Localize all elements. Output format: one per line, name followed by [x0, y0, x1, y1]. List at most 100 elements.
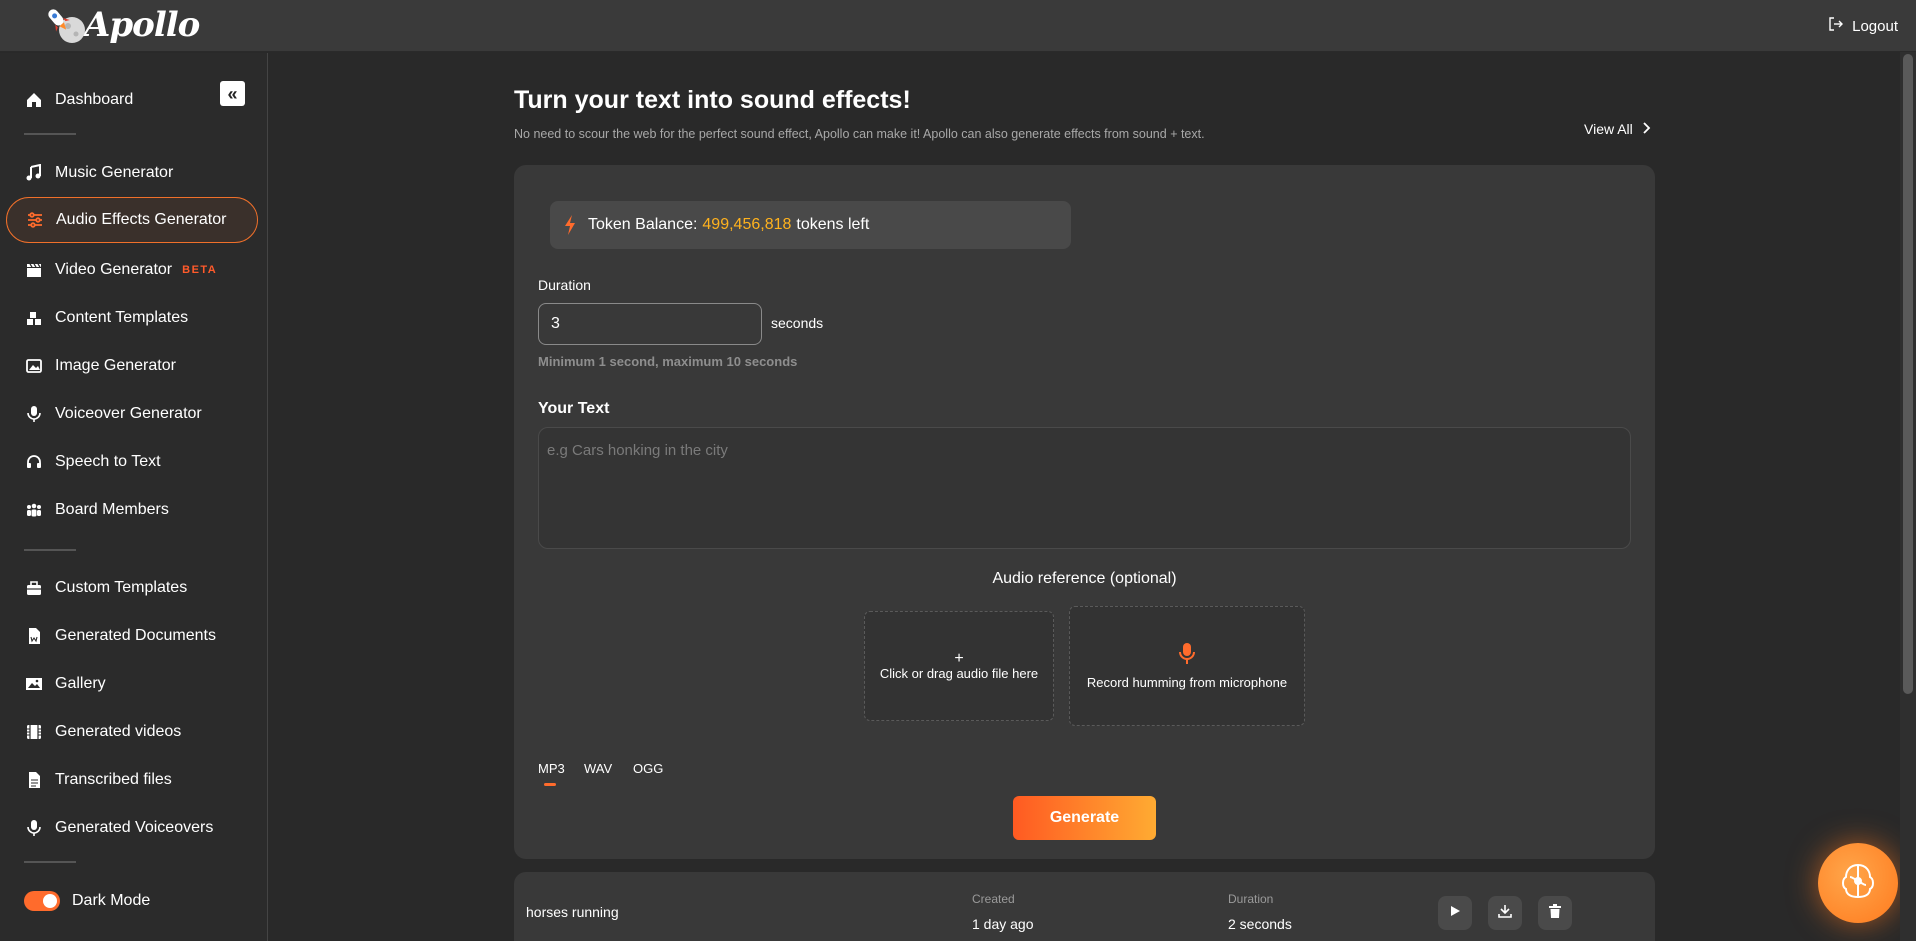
duration-unit: seconds	[771, 315, 824, 331]
sidebar-item-transcribed-files[interactable]: Transcribed files	[6, 757, 258, 803]
film-icon	[24, 722, 44, 742]
sidebar-item-board-members[interactable]: Board Members	[6, 487, 258, 533]
people-icon	[24, 500, 44, 520]
document-icon	[24, 626, 44, 646]
record-label: Record humming from microphone	[1086, 675, 1288, 690]
beta-badge: BETA	[182, 264, 218, 276]
text-prompt-input[interactable]	[538, 427, 1631, 549]
sidebar-item-generated-voiceovers[interactable]: Generated Voiceovers	[6, 805, 258, 851]
generate-button[interactable]: Generate	[1013, 796, 1156, 840]
picture-icon	[24, 674, 44, 694]
sidebar: Dashboard « Music Generator Audio Effect…	[0, 53, 268, 941]
blocks-icon	[24, 308, 44, 328]
download-icon	[1498, 904, 1512, 923]
sidebar-item-gallery[interactable]: Gallery	[6, 661, 258, 707]
token-balance-amount: 499,456,818	[702, 216, 792, 233]
image-icon	[24, 356, 44, 376]
toolbox-icon	[24, 578, 44, 598]
dark-mode-label: Dark Mode	[72, 892, 151, 909]
sidebar-item-label: Board Members	[55, 501, 169, 518]
format-tab-mp3[interactable]: MP3	[538, 761, 565, 786]
duration-label: Duration	[538, 277, 591, 293]
sidebar-divider	[24, 549, 76, 551]
page-scrollbar[interactable]	[1900, 52, 1916, 941]
play-button[interactable]	[1438, 896, 1472, 930]
sidebar-item-label: Speech to Text	[55, 453, 161, 470]
ai-assistant-button[interactable]	[1818, 843, 1898, 923]
brain-icon	[1836, 859, 1880, 908]
home-icon	[24, 90, 44, 110]
sidebar-item-label: Image Generator	[55, 357, 176, 374]
music-note-icon	[24, 163, 44, 183]
view-all-label: View All	[1584, 121, 1633, 137]
sliders-icon	[25, 210, 45, 230]
token-balance: Token Balance: 499,456,818 tokens left	[550, 201, 1071, 249]
sidebar-item-label: Audio Effects Generator	[56, 211, 227, 228]
duration-value: 2 seconds	[1228, 916, 1292, 932]
logout-label: Logout	[1852, 17, 1898, 35]
sidebar-item-video-generator[interactable]: Video Generator BETA	[6, 247, 258, 293]
duration-input[interactable]	[538, 303, 762, 345]
sidebar-item-label: Dashboard	[55, 91, 134, 108]
sidebar-item-speech-to-text[interactable]: Speech to Text	[6, 439, 258, 485]
play-icon	[1449, 904, 1461, 922]
your-text-label: Your Text	[538, 400, 610, 417]
chevron-right-icon	[1641, 121, 1651, 137]
sidebar-item-label: Voiceover Generator	[55, 405, 202, 422]
record-microphone-button[interactable]: Record humming from microphone	[1069, 606, 1305, 726]
duration-hint: Minimum 1 second, maximum 10 seconds	[538, 354, 798, 369]
token-balance-prefix: Token Balance:	[588, 216, 698, 233]
page-title: Turn your text into sound effects!	[514, 86, 911, 114]
sidebar-item-label: Generated Voiceovers	[55, 819, 214, 836]
format-tab-ogg[interactable]: OGG	[633, 761, 663, 776]
plus-icon: +	[954, 649, 964, 667]
upload-label: Click or drag audio file here	[879, 665, 1039, 681]
microphone-icon	[1178, 642, 1196, 669]
sidebar-item-label: Content Templates	[55, 309, 189, 326]
download-button[interactable]	[1488, 896, 1522, 930]
history-row: horses running Created 1 day ago Duratio…	[514, 872, 1655, 941]
sidebar-item-label: Video Generator	[55, 261, 173, 278]
audio-upload-dropzone[interactable]: + Click or drag audio file here	[864, 611, 1054, 721]
sidebar-item-label: Generated videos	[55, 723, 182, 740]
headset-icon	[24, 452, 44, 472]
trash-icon	[1549, 903, 1561, 923]
double-chevron-left-icon: «	[227, 83, 238, 104]
sidebar-item-label: Generated Documents	[55, 627, 216, 644]
scrollbar-thumb[interactable]	[1903, 54, 1913, 694]
sidebar-item-custom-templates[interactable]: Custom Templates	[6, 565, 258, 611]
format-tab-wav[interactable]: WAV	[584, 761, 612, 776]
delete-button[interactable]	[1538, 896, 1572, 930]
sidebar-item-label: Transcribed files	[55, 771, 172, 788]
view-all-link[interactable]: View All	[1584, 121, 1651, 137]
sidebar-divider	[24, 861, 76, 863]
collapse-sidebar-button[interactable]: «	[220, 81, 245, 106]
sidebar-item-music-generator[interactable]: Music Generator	[6, 150, 258, 196]
audio-reference-label: Audio reference (optional)	[992, 570, 1177, 587]
sidebar-item-label: Custom Templates	[55, 579, 188, 596]
clapperboard-icon	[24, 260, 44, 280]
logo[interactable]: Apollo	[40, 4, 200, 46]
generator-card: Token Balance: 499,456,818 tokens left D…	[514, 165, 1655, 859]
duration-key: Duration	[1228, 892, 1274, 906]
logout-button[interactable]: Logout	[1828, 16, 1898, 36]
sidebar-item-generated-videos[interactable]: Generated videos	[6, 709, 258, 755]
file-text-icon	[24, 770, 44, 790]
dark-mode-toggle[interactable]	[24, 891, 60, 911]
created-key: Created	[972, 892, 1015, 906]
logout-icon	[1828, 16, 1844, 36]
rocket-moon-icon	[40, 4, 88, 46]
sidebar-item-generated-documents[interactable]: Generated Documents	[6, 613, 258, 659]
lightning-icon	[564, 215, 576, 235]
sidebar-item-label: Gallery	[55, 675, 106, 692]
sidebar-item-image-generator[interactable]: Image Generator	[6, 343, 258, 389]
microphone-icon	[24, 404, 44, 424]
sidebar-item-audio-effects-generator[interactable]: Audio Effects Generator	[6, 197, 258, 243]
dark-mode-toggle-row: Dark Mode	[6, 878, 258, 924]
top-bar: Apollo Logout	[0, 0, 1916, 52]
sidebar-divider	[24, 133, 76, 135]
history-title: horses running	[526, 904, 619, 920]
sidebar-item-voiceover-generator[interactable]: Voiceover Generator	[6, 391, 258, 437]
app-name: Apollo	[84, 5, 200, 45]
sidebar-item-content-templates[interactable]: Content Templates	[6, 295, 258, 341]
